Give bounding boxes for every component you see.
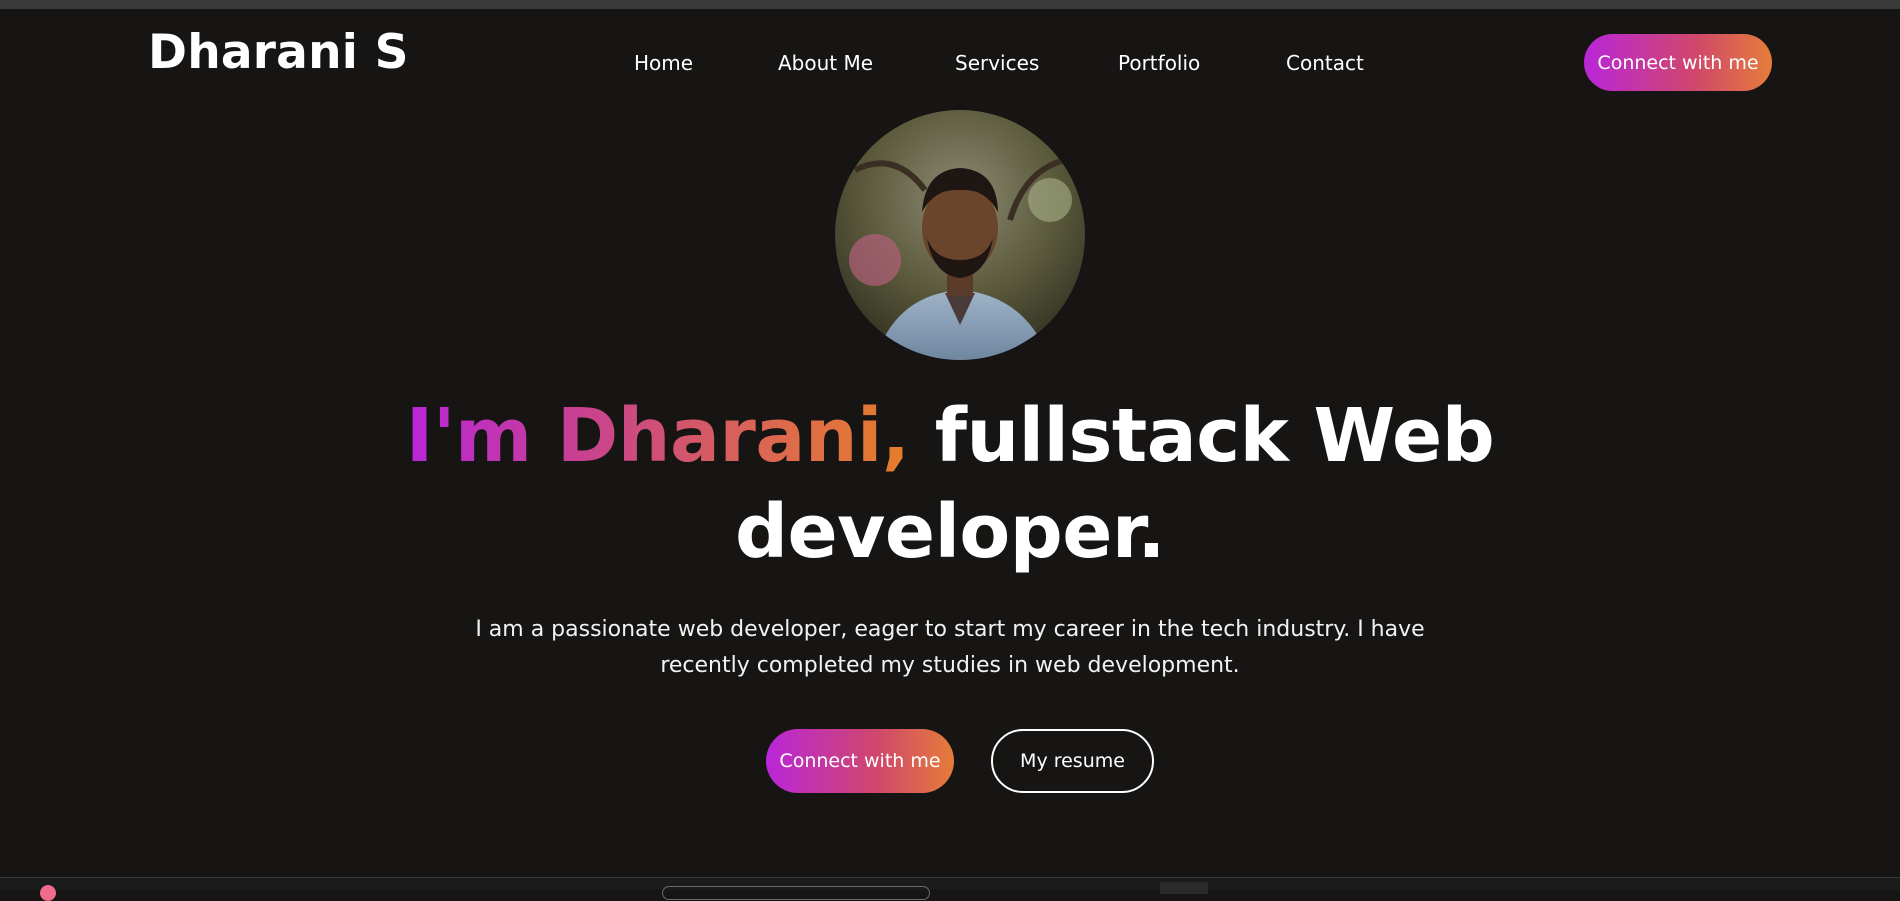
- resume-button[interactable]: My resume: [991, 729, 1154, 793]
- hero-headline: I'm Dharani, fullstack Web developer.: [0, 388, 1900, 580]
- hero-headline-line2: developer.: [734, 489, 1166, 575]
- header-connect-button[interactable]: Connect with me: [1584, 34, 1772, 91]
- browser-bottom-strip: [0, 877, 1900, 890]
- browser-top-strip: [0, 0, 1900, 9]
- profile-avatar: [835, 110, 1085, 360]
- hero-headline-name: I'm Dharani,: [405, 393, 910, 479]
- site-logo[interactable]: Dharani S: [148, 24, 409, 82]
- hero-intro: I am a passionate web developer, eager t…: [0, 612, 1900, 684]
- hero-headline-role: fullstack Web: [934, 393, 1495, 479]
- hero-intro-line2: recently completed my studies in web dev…: [660, 653, 1240, 678]
- hero-headline-line1: I'm Dharani, fullstack Web: [0, 388, 1900, 484]
- nav-portfolio[interactable]: Portfolio: [1118, 49, 1200, 77]
- nav-contact[interactable]: Contact: [1286, 49, 1364, 77]
- nav-about-me[interactable]: About Me: [778, 49, 873, 77]
- hero-connect-button[interactable]: Connect with me: [766, 729, 954, 793]
- nav-services[interactable]: Services: [955, 49, 1039, 77]
- hero-intro-line1: I am a passionate web developer, eager t…: [475, 617, 1425, 642]
- profile-photo-icon: [835, 110, 1085, 360]
- bottom-dot-icon: [40, 885, 56, 901]
- bottom-square: [1160, 882, 1208, 894]
- nav-home[interactable]: Home: [634, 49, 693, 77]
- bottom-pill: [662, 886, 930, 900]
